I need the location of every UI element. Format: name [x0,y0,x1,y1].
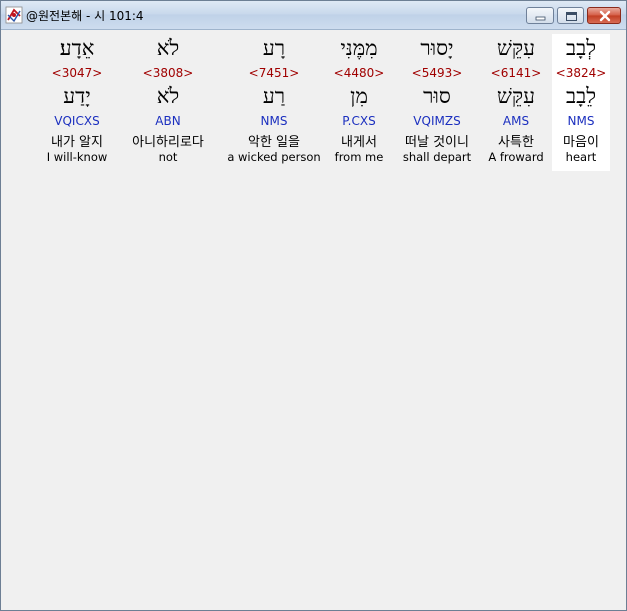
hebrew-lemma: רַע [262,84,286,108]
strong-number[interactable]: <6141> [485,66,547,80]
korean-gloss: 내게서 [341,135,377,150]
parsing-code: VQICXS [54,114,100,128]
english-gloss: heart [565,150,597,164]
maximize-icon [566,12,577,21]
maximize-button[interactable] [557,7,584,24]
close-icon [599,10,611,22]
minimize-button[interactable] [526,7,554,24]
hebrew-word: לֹא [156,36,180,60]
word-column[interactable]: מִמֶּנִּי <4480> מִן P.CXS 내게서 from me [331,34,387,171]
word-column[interactable]: לֹא <3808> לֹא ABN 아니하리로다 not [122,34,214,171]
window-title: @원전본해 - 시 101:4 [26,9,144,23]
hebrew-word: עִקֵּשׁ [497,36,535,60]
word-column[interactable]: אֵדָע׃ <3047> יָדַע VQICXS 내가 알지 I will-… [43,34,111,171]
english-gloss: a wicked person [227,150,321,164]
hebrew-word: רָע [262,36,286,60]
parsing-code: NMS [567,114,595,128]
hebrew-lemma: לֹא [156,84,180,108]
hebrew-word: מִמֶּנִּי [340,36,378,60]
application-window: @원전본해 - 시 101:4 לְבָב <3824> לֵבָב NMS 마… [0,0,627,611]
strong-number[interactable]: <3824> [552,66,610,80]
hebrew-lemma: סוּר [423,84,451,108]
english-gloss: A froward [488,150,544,164]
word-column[interactable]: לְבָב <3824> לֵבָב NMS 마음이 heart [552,34,610,171]
word-column[interactable]: יָסוּר <5493> סוּר VQIMZS 떠날 것이니 shall d… [397,34,477,171]
interlinear-panel: לְבָב <3824> לֵבָב NMS 마음이 heart עִקֵּשׁ… [9,31,618,604]
korean-gloss: 내가 알지 [51,135,103,150]
minimize-icon [535,16,546,21]
korean-gloss: 아니하리로다 [132,135,204,150]
strong-number[interactable]: <4480> [331,66,387,80]
english-gloss: from me [334,150,384,164]
hebrew-lemma: לֵבָב [565,84,597,108]
word-column[interactable]: עִקֵּשׁ <6141> עִקֵּשׁ AMS 사특한 A froward [485,34,547,171]
strong-number[interactable]: <7451> [223,66,325,80]
korean-gloss: 사특한 [498,135,534,150]
korean-gloss: 마음이 [563,135,599,150]
hebrew-lemma: מִן [350,84,368,108]
strong-number[interactable]: <3808> [122,66,214,80]
parsing-code: VQIMZS [413,114,461,128]
title-bar[interactable]: @원전본해 - 시 101:4 [1,1,626,30]
strong-number[interactable]: <5493> [397,66,477,80]
english-gloss: shall depart [402,150,472,164]
korean-gloss: 악한 일을 [248,135,300,150]
parsing-code: NMS [260,114,288,128]
parsing-code: P.CXS [342,114,376,128]
korean-gloss: 떠날 것이니 [405,135,469,150]
parsing-code: AMS [502,114,530,128]
word-column[interactable]: רָע <7451> רַע NMS 악한 일을 a wicked person [223,34,325,171]
parsing-code: ABN [155,114,181,128]
hebrew-word: יָסוּר [420,36,454,60]
strong-number[interactable]: <3047> [43,66,111,80]
app-logo-icon[interactable] [5,6,23,24]
hebrew-lemma: עִקֵּשׁ [497,84,535,108]
hebrew-word: אֵדָע׃ [59,36,95,60]
hebrew-lemma: יָדַע [63,84,91,108]
english-gloss: I will-know [46,150,108,164]
close-button[interactable] [587,7,621,24]
english-gloss: not [158,150,178,164]
hebrew-word: לְבָב [565,36,597,60]
